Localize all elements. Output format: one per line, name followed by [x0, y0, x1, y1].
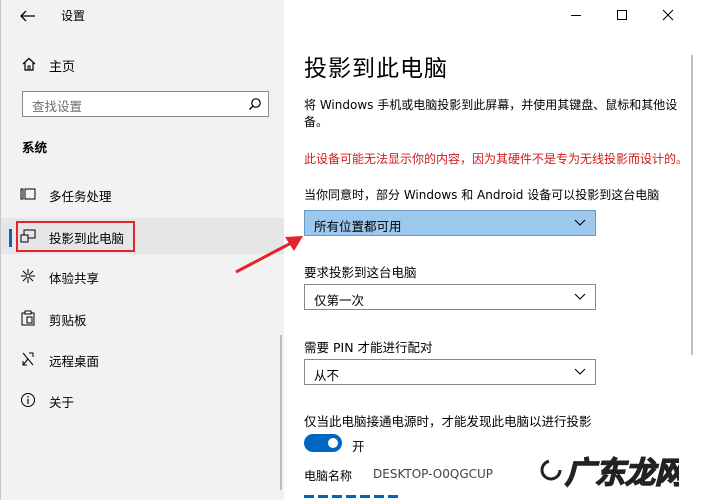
watermark-text: 广东龙网 — [565, 456, 679, 491]
ask-to-project-label: 要求投影到这台电脑 — [304, 265, 417, 280]
home-icon — [22, 57, 36, 71]
sidebar-item-label: 体验共享 — [49, 271, 100, 286]
watermark-logo: 广东龙网 — [540, 455, 690, 492]
title-bar: 设置 — [1, 0, 284, 32]
sidebar-item-about[interactable]: 关于 — [1, 382, 284, 418]
sidebar-item-label: 远程桌面 — [49, 354, 100, 369]
section-heading: 系统 — [22, 140, 48, 155]
maximize-icon — [617, 10, 627, 20]
search-placeholder: 查找设置 — [32, 99, 83, 114]
back-button[interactable] — [15, 6, 39, 26]
settings-window: 设置 主页 查找设置 系统 多任务处理 投影到此电脑 体验共享 剪贴板 远程桌面… — [0, 0, 702, 500]
multitask-icon — [20, 188, 36, 200]
minimize-button[interactable] — [553, 0, 599, 32]
toggle-state-label: 开 — [352, 439, 365, 454]
main-content: 投影到此电脑 将 Windows 手机或电脑投影到此屏幕，并使用其键盘、鼠标和其… — [284, 0, 702, 500]
watermark: 广东龙网 — [539, 450, 690, 492]
close-icon — [662, 9, 674, 21]
hardware-warning: 此设备可能无法显示你的内容，因为其硬件不是专为无线投影而设计的。 — [304, 152, 689, 166]
pc-name-value: DESKTOP-O0QGCUP — [373, 467, 494, 481]
require-pin-value: 从不 — [314, 368, 340, 383]
ask-to-project-dropdown[interactable]: 仅第一次 — [304, 284, 596, 310]
rename-link-partial[interactable] — [304, 490, 399, 498]
home-label: 主页 — [49, 60, 76, 75]
sidebar-item-remote-desktop[interactable]: 远程桌面 — [1, 341, 284, 377]
power-only-label: 仅当此电脑接通电源时，才能发现此电脑以进行投影 — [304, 414, 592, 429]
pc-name-label: 电脑名称 — [304, 469, 353, 483]
active-indicator — [9, 229, 12, 247]
chevron-down-icon — [574, 368, 586, 375]
chevron-down-icon — [574, 293, 586, 300]
close-button[interactable] — [645, 0, 691, 32]
info-icon — [21, 393, 35, 407]
search-input[interactable]: 查找设置 — [22, 91, 269, 117]
minimize-icon — [571, 15, 581, 16]
sidebar-scrollbar[interactable] — [280, 335, 282, 490]
availability-label: 当你同意时，部分 Windows 和 Android 设备可以投影到这台电脑 — [304, 188, 660, 202]
back-arrow-icon — [20, 10, 35, 22]
annotation-highlight-box — [16, 221, 135, 252]
chevron-down-icon — [574, 219, 586, 226]
remote-desktop-icon — [22, 352, 34, 366]
home-nav-item[interactable]: 主页 — [1, 52, 284, 76]
sidebar-item-label: 剪贴板 — [49, 313, 87, 328]
ask-to-project-value: 仅第一次 — [314, 293, 365, 308]
sidebar-item-multitasking[interactable]: 多任务处理 — [1, 176, 284, 212]
annotation-arrow — [235, 236, 303, 274]
toggle-knob — [328, 438, 338, 448]
app-title: 设置 — [61, 9, 86, 23]
sidebar-item-label: 多任务处理 — [49, 189, 112, 204]
content-scrollbar[interactable] — [691, 55, 693, 355]
search-icon[interactable] — [248, 97, 262, 111]
page-title: 投影到此电脑 — [304, 56, 448, 82]
share-icon — [21, 269, 35, 283]
availability-value: 所有位置都可用 — [314, 219, 402, 234]
sidebar-item-label: 关于 — [49, 395, 75, 410]
page-description: 将 Windows 手机或电脑投影到此屏幕，并使用其键盘、鼠标和其他设备。 — [304, 98, 678, 129]
require-pin-dropdown[interactable]: 从不 — [304, 359, 596, 385]
window-controls — [553, 0, 702, 32]
availability-dropdown[interactable]: 所有位置都可用 — [304, 210, 596, 236]
maximize-button[interactable] — [599, 0, 645, 32]
clipboard-icon — [21, 310, 35, 326]
power-only-toggle[interactable] — [304, 434, 342, 452]
require-pin-label: 需要 PIN 才能进行配对 — [304, 340, 433, 355]
sidebar-item-clipboard[interactable]: 剪贴板 — [1, 300, 284, 336]
